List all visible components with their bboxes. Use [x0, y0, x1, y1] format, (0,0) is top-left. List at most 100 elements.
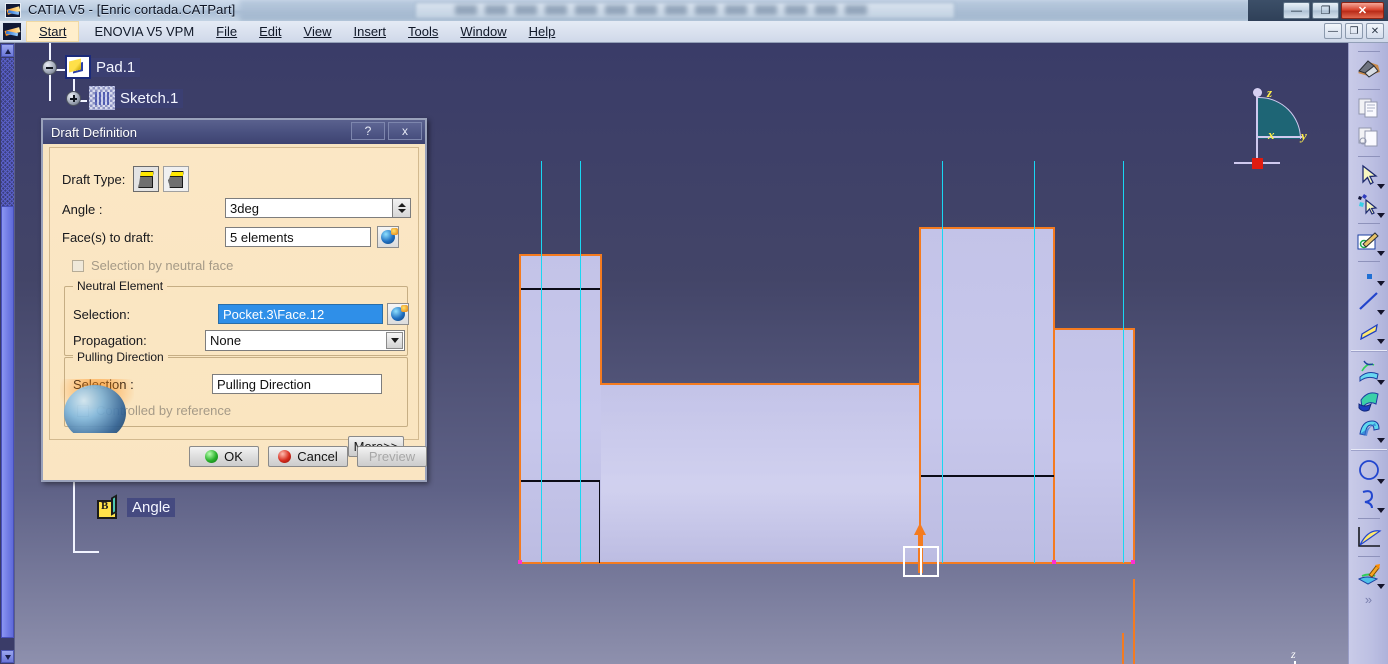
tree-expand-pad-icon[interactable] — [42, 59, 57, 75]
chevron-down-icon[interactable] — [386, 332, 403, 349]
catia-application-window: CATIA V5 - [Enric cortada.CATPart] — ❐ ✕… — [0, 0, 1388, 664]
mdi-restore-button[interactable]: ❐ — [1345, 23, 1363, 39]
angle-spinner[interactable] — [393, 198, 411, 218]
select-arrow-icon[interactable] — [1351, 161, 1387, 189]
pulling-direction-group-title: Pulling Direction — [73, 350, 168, 364]
tree-node-sketch[interactable]: Sketch.1 — [66, 86, 184, 110]
paste-special-icon[interactable] — [1351, 123, 1387, 151]
scrollbar-down-arrow[interactable] — [1, 650, 14, 663]
line-glyph — [1358, 292, 1378, 310]
cancel-button[interactable]: Cancel — [268, 446, 348, 467]
menu-item-enovia[interactable]: ENOVIA V5 VPM — [83, 22, 205, 41]
triad-z-label: z — [1291, 647, 1296, 661]
scrollbar-up-arrow[interactable] — [1, 44, 14, 57]
mdi-close-button[interactable]: ✕ — [1366, 23, 1384, 39]
right-toolbar[interactable]: » — [1348, 43, 1388, 664]
selection-by-neutral-face-row[interactable]: Selection by neutral face — [72, 258, 233, 273]
propagation-label: Propagation: — [73, 333, 147, 348]
window-minimize-button[interactable]: — — [1283, 2, 1310, 19]
controlled-by-reference-row[interactable]: Controlled by reference — [77, 403, 231, 418]
chevron-down-icon[interactable] — [1376, 184, 1385, 189]
analysis-graph-icon[interactable] — [1351, 523, 1387, 551]
chevron-down-icon[interactable] — [1376, 479, 1385, 484]
plane-icon[interactable] — [1351, 316, 1387, 344]
draft-definition-dialog[interactable]: Draft Definition ? x Draft Type: Angle : — [41, 118, 427, 482]
neutral-selection-input[interactable]: Pocket.3\Face.12 — [218, 304, 383, 324]
ok-button[interactable]: OK — [189, 446, 259, 467]
viewport-vertical-scrollbar[interactable] — [0, 43, 15, 664]
apply-material-icon[interactable] — [1351, 561, 1387, 589]
menu-item-help[interactable]: Help — [518, 22, 567, 41]
circle-icon[interactable] — [1351, 456, 1387, 484]
menu-item-edit[interactable]: Edit — [248, 22, 292, 41]
sketch-pencil-icon[interactable] — [1351, 228, 1387, 256]
faces-pick-button[interactable] — [377, 226, 399, 248]
window-restore-button[interactable]: ❐ — [1312, 2, 1339, 19]
chevron-down-icon[interactable] — [1376, 438, 1385, 443]
pick-globe-icon — [391, 305, 408, 321]
spinner-up-icon[interactable] — [397, 203, 406, 207]
menu-item-file[interactable]: File — [205, 22, 248, 41]
draft-type-constant-icon[interactable] — [133, 166, 160, 192]
faces-input[interactable]: 5 elements — [225, 227, 371, 247]
dialog-help-button[interactable]: ? — [351, 122, 385, 140]
controlled-by-reference-checkbox[interactable] — [77, 404, 89, 417]
scrollbar-track[interactable] — [1, 58, 14, 206]
model-face-left-block[interactable] — [520, 254, 601, 563]
chevron-down-icon[interactable] — [1376, 310, 1385, 315]
extrude-surface-icon[interactable] — [1351, 357, 1387, 385]
menu-item-insert[interactable]: Insert — [342, 22, 397, 41]
menu-item-start[interactable]: Start — [26, 21, 80, 42]
scrollbar-thumb[interactable] — [1, 206, 14, 638]
selection-by-neutral-face-checkbox[interactable] — [72, 259, 84, 272]
mdi-window-controls: — ❐ ✕ — [1324, 23, 1384, 39]
chevron-down-icon[interactable] — [1376, 508, 1385, 513]
menu-item-window[interactable]: Window — [449, 22, 517, 41]
tree-label-angle[interactable]: Angle — [127, 497, 176, 517]
copy-icon[interactable] — [1351, 94, 1387, 122]
chevron-down-icon[interactable] — [1376, 380, 1385, 385]
sweep-surface-icon[interactable] — [1351, 386, 1387, 414]
point-icon[interactable] — [1351, 266, 1387, 286]
dialog-body: Draft Type: Angle : 3deg Face(s) to draf… — [49, 147, 419, 457]
compass-handle[interactable] — [1253, 88, 1262, 97]
pulling-selection-input[interactable]: Pulling Direction — [212, 374, 382, 394]
menu-label-tools: Tools — [408, 24, 439, 39]
chevron-down-icon[interactable] — [1376, 584, 1385, 589]
menu-item-view[interactable]: View — [293, 22, 343, 41]
draft-type-variable-icon[interactable] — [163, 166, 190, 192]
menu-item-tools[interactable]: Tools — [397, 22, 449, 41]
tree-label-sketch[interactable]: Sketch.1 — [115, 88, 184, 108]
model-vertex-1 — [518, 560, 522, 564]
tree-label-pad[interactable]: Pad.1 — [91, 57, 141, 77]
spline-icon[interactable] — [1351, 485, 1387, 513]
tree-node-angle[interactable]: Angle — [93, 494, 176, 519]
fill-surface-icon[interactable] — [1351, 415, 1387, 443]
line-icon[interactable] — [1351, 287, 1387, 315]
chevron-down-icon[interactable] — [1376, 281, 1385, 286]
mdi-minimize-button[interactable]: — — [1324, 23, 1342, 39]
chevron-down-icon[interactable] — [1376, 339, 1385, 344]
compass-widget[interactable]: z y x — [1226, 83, 1322, 175]
chevron-down-icon[interactable] — [1376, 213, 1385, 218]
more-chevron-icon[interactable]: » — [1351, 590, 1387, 608]
plane-glyph — [1359, 323, 1378, 340]
tree-node-pad[interactable]: Pad.1 — [42, 55, 141, 79]
dialog-titlebar[interactable]: Draft Definition ? x — [43, 120, 425, 144]
neutral-selection-pick-button[interactable] — [387, 303, 409, 325]
sweep-surface-glyph — [1358, 392, 1379, 412]
chevron-down-icon[interactable] — [1376, 251, 1385, 256]
compass-origin-point[interactable] — [1252, 158, 1263, 169]
dialog-close-button[interactable]: x — [388, 122, 422, 140]
propagation-select[interactable]: None — [205, 330, 405, 351]
surface-flag-icon[interactable] — [1351, 56, 1387, 84]
window-close-button[interactable]: ✕ — [1341, 2, 1384, 19]
compass-y-label: y — [1301, 128, 1307, 143]
angle-input[interactable]: 3deg — [225, 198, 393, 218]
pulling-direction-arrow-head[interactable] — [914, 523, 926, 535]
spinner-down-icon[interactable] — [397, 209, 406, 213]
catia-menu-icon[interactable] — [2, 22, 22, 41]
draft-type-row: Draft Type: — [62, 166, 190, 192]
magic-select-icon[interactable] — [1351, 190, 1387, 218]
tree-expand-sketch-icon[interactable] — [66, 90, 81, 106]
